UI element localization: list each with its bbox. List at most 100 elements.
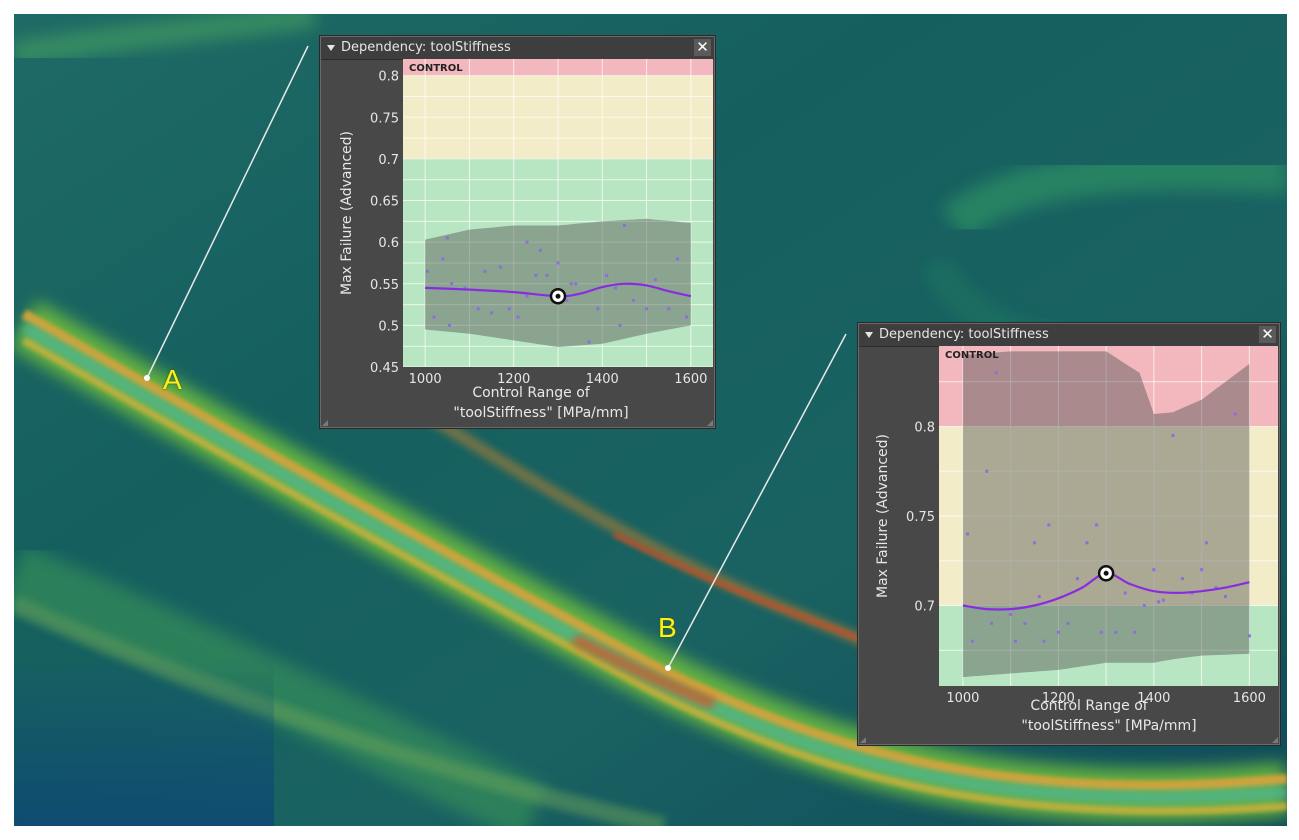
- scatter-point: [614, 286, 618, 290]
- confidence-band: [425, 218, 691, 347]
- x-axis-label-line1: Control Range of: [1030, 698, 1148, 714]
- scatter-point: [1095, 523, 1099, 527]
- scatter-point: [985, 469, 989, 473]
- y-tick-label: 0.6: [378, 236, 399, 251]
- scatter-point: [441, 257, 445, 261]
- y-tick-label: 0.7: [378, 153, 399, 168]
- y-axis-label: Max Failure (Advanced): [875, 434, 891, 598]
- point-label-b: B: [658, 612, 677, 643]
- scatter-point: [516, 315, 520, 319]
- scatter-point: [1013, 639, 1017, 643]
- scatter-point: [1233, 412, 1237, 416]
- dependency-chart: CONTROL0.450.50.550.60.650.70.750.81000 1…: [339, 59, 713, 387]
- scatter-point: [1032, 541, 1036, 545]
- x-axis-label-line1: Control Range of: [472, 385, 590, 401]
- current-value-marker-dot: [555, 293, 561, 299]
- y-tick-label: 0.75: [370, 111, 399, 126]
- dependency-chart: CONTROL0.70.750.81000 1200 1400 1600Max Fai…: [875, 346, 1278, 706]
- resize-grip-left[interactable]: [322, 420, 328, 426]
- dependency-panel-b[interactable]: Dependency: toolStiffness ✕ CONTROL 0.7 0.…: [858, 323, 1280, 745]
- band-label: CONTROL: [409, 63, 463, 74]
- scatter-point: [1200, 568, 1204, 572]
- scatter-point: [631, 298, 635, 302]
- scatter-point: [676, 257, 680, 261]
- scatter-point: [596, 307, 600, 311]
- scatter-point: [653, 278, 657, 282]
- y-axis-label: Max Failure (Advanced): [339, 131, 355, 295]
- scatter-point: [1133, 630, 1137, 634]
- resize-grip-left[interactable]: [860, 737, 866, 743]
- plot-area: [939, 346, 1278, 686]
- scatter-point: [450, 282, 454, 286]
- scatter-point: [1023, 621, 1027, 625]
- y-tick-label: 0.45: [370, 361, 399, 376]
- point-label-a: A: [163, 364, 182, 395]
- scatter-point: [498, 265, 502, 269]
- scatter-point: [1056, 630, 1060, 634]
- scatter-point: [1047, 523, 1051, 527]
- scatter-point: [1223, 595, 1227, 599]
- scatter-point: [1152, 568, 1156, 572]
- scatter-point: [1171, 433, 1175, 437]
- y-tick-label: 0.65: [370, 195, 399, 210]
- y-tick-label: 0.55: [370, 278, 399, 293]
- scatter-point: [618, 323, 622, 327]
- scatter-point: [994, 371, 998, 375]
- scatter-point: [534, 273, 538, 277]
- scatter-point: [569, 282, 573, 286]
- scatter-point: [1099, 630, 1103, 634]
- scatter-point: [1157, 600, 1161, 604]
- scatter-point: [622, 223, 626, 227]
- scatter-point: [587, 340, 591, 344]
- current-value-marker-dot: [1103, 570, 1109, 576]
- scatter-point: [476, 307, 480, 311]
- scatter-point: [483, 269, 487, 273]
- scatter-point: [507, 307, 511, 311]
- band-label: CONTROL: [945, 350, 999, 361]
- scatter-point: [1204, 541, 1208, 545]
- scatter-point: [525, 294, 529, 298]
- x-axis-label-line2: "toolStiffness" [MPa/mm]: [1021, 718, 1197, 734]
- scatter-point: [1075, 577, 1079, 581]
- scatter-point: [1042, 639, 1046, 643]
- y-tick-label: 0.8: [914, 421, 935, 436]
- y-tick-label: 0.8: [378, 70, 399, 85]
- y-tick-label: 0.75: [906, 510, 935, 525]
- scatter-point: [1037, 595, 1041, 599]
- y-tick-label: 0.5: [378, 319, 399, 334]
- resize-grip-right[interactable]: [707, 420, 713, 426]
- scatter-point: [425, 269, 429, 273]
- scatter-point: [1142, 603, 1146, 607]
- scatter-point: [970, 639, 974, 643]
- scatter-point: [1161, 598, 1165, 602]
- scatter-point: [565, 298, 569, 302]
- x-tick-label: 1000: [946, 691, 979, 706]
- scatter-point: [1009, 612, 1013, 616]
- x-tick-label: 1600: [1233, 691, 1266, 706]
- scatter-point: [1247, 634, 1251, 638]
- scatter-point: [1123, 591, 1127, 595]
- x-tick-label: 1600: [674, 372, 707, 387]
- scatter-point: [1114, 630, 1118, 634]
- scatter-point: [525, 240, 529, 244]
- scatter-point: [605, 273, 609, 277]
- scatter-point: [645, 307, 649, 311]
- scatter-point: [1181, 577, 1185, 581]
- dependency-panel-a[interactable]: Dependency: toolStiffness ✕ CONTROL 0.45 0…: [320, 36, 715, 428]
- scatter-point: [574, 282, 578, 286]
- confidence-band: [962, 351, 1250, 678]
- scatter-point: [556, 261, 560, 265]
- scatter-point: [538, 248, 542, 252]
- y-tick-label: 0.7: [914, 599, 935, 614]
- resize-grip-right[interactable]: [1272, 737, 1278, 743]
- scatter-point: [990, 621, 994, 625]
- scatter-point: [684, 315, 688, 319]
- scatter-point: [545, 273, 549, 277]
- scatter-point: [966, 532, 970, 536]
- x-axis-label-line2: "toolStiffness" [MPa/mm]: [453, 405, 629, 421]
- scatter-point: [1066, 621, 1070, 625]
- scatter-point: [448, 323, 451, 327]
- scatter-point: [490, 311, 494, 315]
- scatter-point: [1085, 541, 1089, 545]
- scatter-point: [667, 307, 671, 311]
